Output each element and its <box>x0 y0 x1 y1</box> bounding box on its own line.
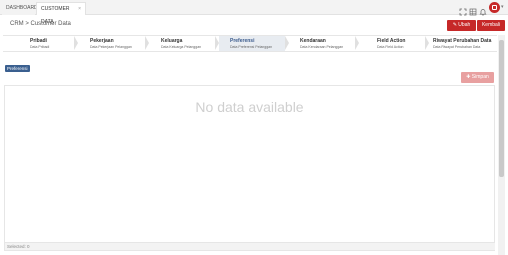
chevron-down-icon[interactable]: ▾ <box>501 4 504 10</box>
step-subtitle: Data Pribadi <box>30 45 50 49</box>
grid-footer: Selected: 0 <box>5 242 495 250</box>
scrollbar-thumb[interactable] <box>499 40 504 177</box>
step-field-action[interactable]: Field Action Data Field Action <box>359 36 425 51</box>
tab-dashboard[interactable]: DASHBOARD <box>2 2 38 15</box>
step-title: Riwayat Perubahan Data <box>433 38 492 44</box>
step-title: Field Action <box>377 38 406 44</box>
simpan-button[interactable]: ✚ Simpan <box>461 72 494 83</box>
fullscreen-icon[interactable] <box>459 3 467 16</box>
kembali-button[interactable]: Kembali <box>477 20 505 31</box>
step-subtitle: Data Keluarga Pelanggan <box>161 45 202 49</box>
step-pekerjaan[interactable]: Pekerjaan Data Pekerjaan Pelanggan <box>78 36 146 51</box>
selected-count: Selected: 0 <box>7 244 30 249</box>
tab-customer-data[interactable]: CUSTOMER DATA × <box>36 2 86 25</box>
step-riwayat-perubahan-data[interactable]: Riwayat Perubahan Data Data Riwayat Peru… <box>429 36 497 51</box>
step-title: Pribadi <box>30 38 47 44</box>
empty-state-text: No data available <box>195 99 304 115</box>
step-title: Kendaraan <box>300 38 326 44</box>
step-subtitle: Data Preferensi Pelanggan <box>230 45 273 49</box>
grid-icon[interactable] <box>469 3 477 16</box>
step-pribadi[interactable]: Pribadi Data Pribadi <box>3 36 75 51</box>
breadcrumb: CRM > Customer Data <box>10 21 71 27</box>
section-label: Preferensi <box>5 65 30 72</box>
step-title: Keluarga <box>161 38 183 44</box>
step-preferensi[interactable]: Preferensi Data Preferensi Pelanggan <box>219 36 285 51</box>
step-subtitle: Data Riwayat Perubahan Data <box>433 45 481 49</box>
avatar[interactable] <box>489 2 500 13</box>
step-navigation: Pribadi Data Pribadi Pekerjaan Data Peke… <box>3 35 497 52</box>
close-icon[interactable]: × <box>78 3 81 16</box>
step-subtitle: Data Pekerjaan Pelanggan <box>90 45 132 49</box>
step-title: Preferensi <box>230 38 255 44</box>
ubah-button[interactable]: ✎ Ubah <box>447 20 476 31</box>
step-subtitle: Data Kendaraan Pelanggan <box>300 45 344 49</box>
step-keluarga[interactable]: Keluarga Data Keluarga Pelanggan <box>149 36 215 51</box>
step-subtitle: Data Field Action <box>377 45 404 49</box>
step-kendaraan[interactable]: Kendaraan Data Kendaraan Pelanggan <box>289 36 355 51</box>
tab-bar: DASHBOARD CUSTOMER DATA × ▾ <box>0 0 508 25</box>
bell-icon[interactable] <box>479 3 487 16</box>
step-title: Pekerjaan <box>90 38 114 44</box>
